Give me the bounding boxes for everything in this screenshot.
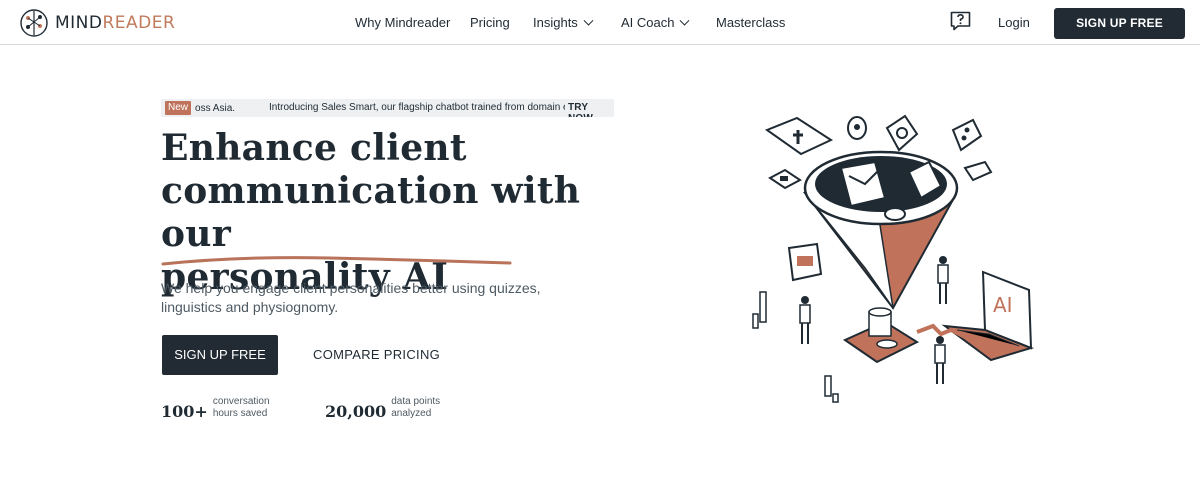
video-tile-icon bbox=[768, 168, 802, 190]
chat-bubble-icon bbox=[787, 242, 823, 282]
hero-signup-button[interactable]: SIGN UP FREE bbox=[162, 335, 278, 375]
announcement-text: Introducing Sales Smart, our flagship ch… bbox=[269, 102, 565, 113]
headline-line-1: Enhance client bbox=[161, 127, 467, 169]
stat-data-points: 20,000 data points analyzed bbox=[325, 396, 461, 421]
coin-platform-icon bbox=[842, 307, 968, 364]
person-figure-icon bbox=[937, 256, 949, 304]
chevron-down-icon bbox=[680, 15, 690, 26]
headline-line-2: communication with our bbox=[161, 170, 581, 255]
person-figure-icon bbox=[934, 336, 946, 384]
hero-subtext: We help you engage client personalities … bbox=[161, 280, 541, 315]
stat-label: data points analyzed bbox=[391, 396, 441, 419]
data-pillar-icon bbox=[752, 291, 839, 403]
brand-name: MINDREADER bbox=[55, 13, 176, 33]
stat-value: 20,000 bbox=[325, 402, 387, 421]
brain-logo-icon bbox=[20, 9, 48, 37]
facebook-tile-icon bbox=[764, 116, 834, 156]
funnel-icon bbox=[802, 150, 959, 310]
compare-pricing-button[interactable]: COMPARE PRICING bbox=[313, 347, 440, 362]
announcement-text-prev: oss Asia. bbox=[195, 102, 236, 114]
headline-underline-stroke bbox=[161, 256, 512, 266]
question-chat-icon[interactable] bbox=[950, 11, 971, 31]
ai-funnel-illustration: AI bbox=[752, 114, 1035, 403]
person-figure-icon bbox=[799, 296, 811, 344]
hero-headline: Enhance client communication with our pe… bbox=[161, 127, 631, 299]
nav-pricing[interactable]: Pricing bbox=[470, 15, 510, 31]
mail-tile-icon bbox=[963, 160, 993, 182]
chevron-down-icon bbox=[583, 15, 594, 26]
top-navbar: MINDREADER Why Mindreader Pricing Insigh… bbox=[0, 0, 1200, 45]
try-now-link[interactable]: TRY NOW bbox=[568, 102, 614, 117]
login-link[interactable]: Login bbox=[998, 15, 1030, 30]
stat-value: 100+ bbox=[161, 402, 208, 421]
chat-bubbles-tile-icon bbox=[951, 118, 983, 152]
nav-masterclass[interactable]: Masterclass bbox=[716, 15, 785, 31]
laptop-ai-icon: AI bbox=[941, 270, 1035, 362]
nav-why-mindreader[interactable]: Why Mindreader bbox=[355, 15, 450, 31]
svg-text:AI: AI bbox=[993, 293, 1013, 317]
nav-signup-button[interactable]: SIGN UP FREE bbox=[1054, 8, 1185, 39]
stat-hours-saved: 100+ conversation hours saved bbox=[161, 396, 283, 421]
stat-label: conversation hours saved bbox=[212, 396, 270, 419]
new-badge: New bbox=[165, 101, 192, 115]
nav-ai-coach[interactable]: AI Coach bbox=[621, 15, 690, 31]
brand-logo[interactable]: MINDREADER bbox=[19, 8, 175, 38]
nav-insights[interactable]: Insights bbox=[533, 15, 594, 31]
announcement-bar: New oss Asia. Introducing Sales Smart, o… bbox=[161, 99, 614, 117]
location-pin-icon bbox=[847, 116, 867, 140]
instagram-tile-icon bbox=[885, 114, 919, 152]
